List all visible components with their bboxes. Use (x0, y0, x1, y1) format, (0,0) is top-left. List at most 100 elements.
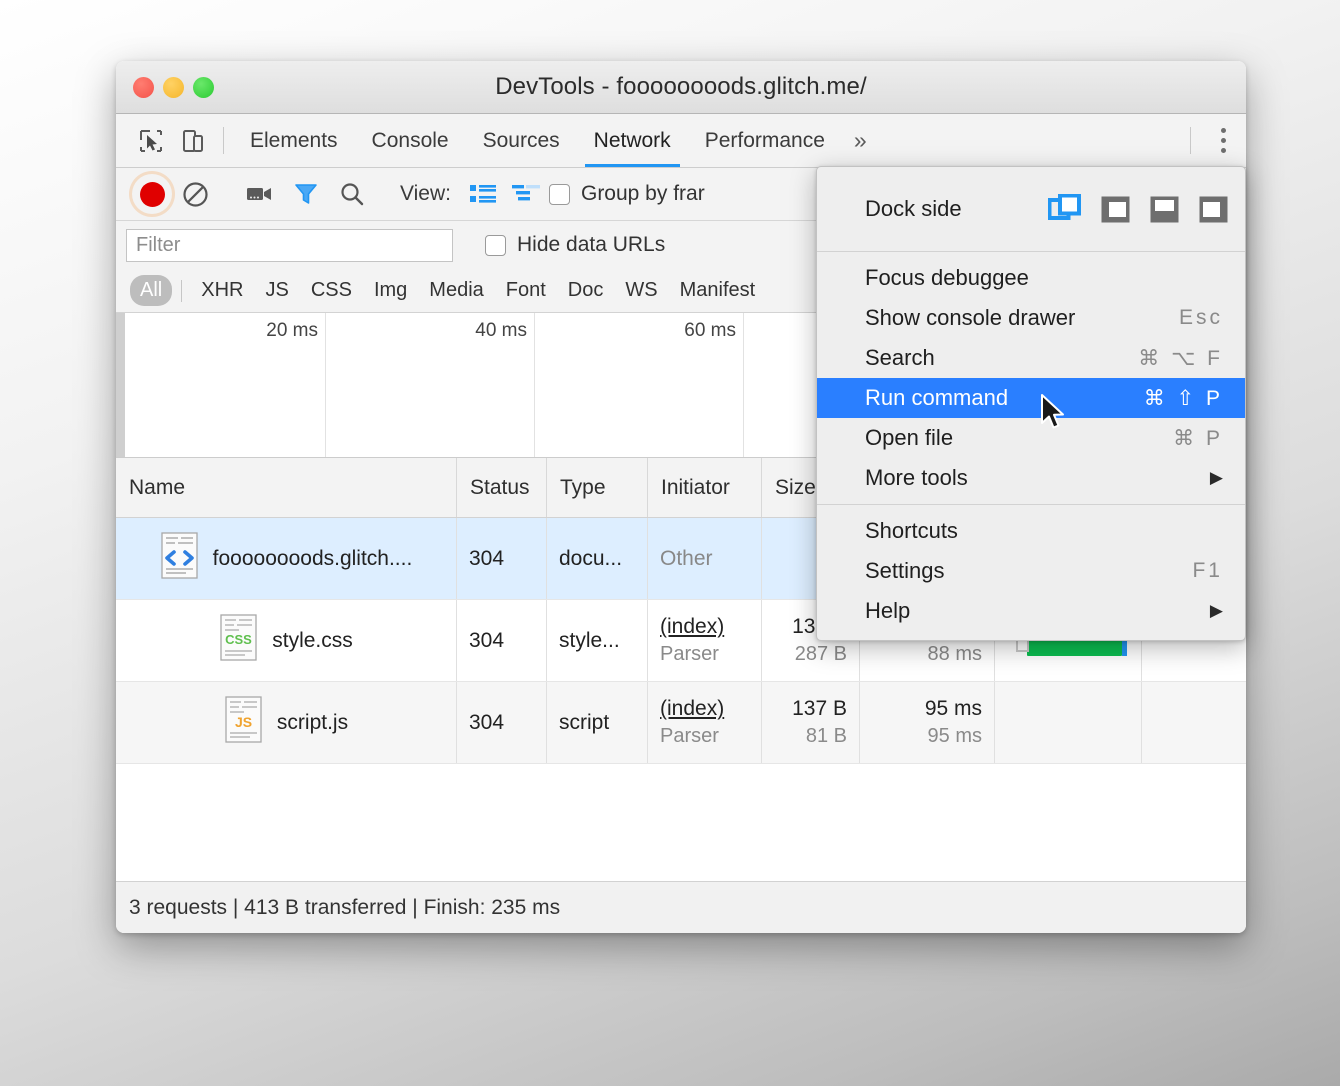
menu-divider (817, 504, 1245, 505)
menu-item-search[interactable]: Search ⌘ ⌥ F (817, 338, 1245, 378)
inspect-element-icon[interactable] (130, 114, 172, 167)
tab-sources[interactable]: Sources (466, 114, 577, 167)
column-header-name[interactable]: Name (116, 458, 457, 517)
device-toolbar-icon[interactable] (172, 114, 214, 167)
menu-item-shortcut: F1 (1192, 559, 1223, 583)
menu-item-help[interactable]: Help ▶ (817, 591, 1245, 631)
chip-manifest[interactable]: Manifest (670, 275, 766, 306)
time-sub-value: 88 ms (928, 643, 982, 666)
list-view-icon[interactable] (463, 171, 503, 217)
initiator-link[interactable]: (index) (660, 697, 749, 721)
chip-doc[interactable]: Doc (558, 275, 614, 306)
request-name: script.js (277, 711, 348, 735)
dock-to-left-icon[interactable] (1100, 195, 1131, 224)
column-header-initiator[interactable]: Initiator (648, 458, 762, 517)
tab-network[interactable]: Network (577, 114, 688, 167)
svg-text:CSS: CSS (225, 632, 252, 647)
chip-font[interactable]: Font (496, 275, 556, 306)
chip-media[interactable]: Media (419, 275, 493, 306)
column-header-type[interactable]: Type (547, 458, 648, 517)
waterfall-gridline (1141, 682, 1142, 763)
cell-initiator: Other (648, 518, 762, 599)
more-tabs-chevron-icon[interactable]: » (842, 114, 879, 167)
traffic-light-group (133, 77, 214, 98)
search-icon[interactable] (329, 171, 375, 217)
waterfall-view-icon[interactable] (503, 171, 549, 217)
menu-item-settings[interactable]: Settings F1 (817, 551, 1245, 591)
minimize-window-button[interactable] (163, 77, 184, 98)
initiator-link[interactable]: (index) (660, 615, 749, 639)
cell-name: JS script.js (116, 682, 457, 763)
menu-divider (817, 251, 1245, 252)
group-by-frame-label: Group by frar (581, 182, 705, 206)
chip-divider (181, 280, 182, 302)
chip-css[interactable]: CSS (301, 275, 362, 306)
cell-status: 304 (457, 518, 547, 599)
time-value: 95 ms (925, 697, 982, 721)
chip-ws[interactable]: WS (615, 275, 667, 306)
filter-input[interactable] (126, 229, 453, 262)
more-tabs-label: » (854, 127, 867, 154)
filter-icon[interactable] (283, 171, 329, 217)
tab-elements[interactable]: Elements (233, 114, 355, 167)
dock-side-label: Dock side (865, 196, 962, 222)
menu-item-run-command[interactable]: Run command ⌘ ⇧ P (817, 378, 1245, 418)
menu-item-label: Show console drawer (865, 305, 1075, 331)
overview-gridline (325, 313, 326, 457)
initiator-sub-value: Parser (660, 643, 749, 666)
column-header-status[interactable]: Status (457, 458, 547, 517)
cell-initiator: (index) Parser (648, 600, 762, 681)
cell-initiator: (index) Parser (648, 682, 762, 763)
dock-side-row: Dock side (817, 173, 1245, 245)
menu-item-focus-debuggee[interactable]: Focus debuggee (817, 258, 1245, 298)
overview-gridline (534, 313, 535, 457)
overview-scrollbar[interactable] (116, 313, 125, 457)
dock-to-right-icon[interactable] (1198, 195, 1229, 224)
record-button[interactable] (132, 174, 172, 214)
devtools-tabstrip: Elements Console Sources Network Perform… (116, 114, 1246, 168)
main-menu-icon[interactable] (1200, 114, 1246, 167)
chip-img[interactable]: Img (364, 275, 417, 306)
menu-item-show-console-drawer[interactable]: Show console drawer Esc (817, 298, 1245, 338)
capture-screenshots-icon[interactable] (237, 171, 283, 217)
tab-label: Performance (705, 129, 825, 153)
zoom-window-button[interactable] (193, 77, 214, 98)
undock-into-separate-window-icon[interactable] (1048, 194, 1082, 224)
overview-tick-label: 40 ms (475, 320, 534, 342)
toolbar-divider (223, 127, 224, 154)
initiator-sub-value: Parser (660, 725, 749, 748)
menu-item-label: Settings (865, 558, 945, 584)
menu-item-label: Help (865, 598, 910, 624)
size-sub-value: 287 B (795, 643, 847, 666)
status-summary: 3 requests | 413 B transferred | Finish:… (129, 896, 560, 920)
menu-item-label: Focus debuggee (865, 265, 1029, 291)
menu-item-label: More tools (865, 465, 968, 491)
initiator-value: Other (660, 547, 749, 571)
overview-tick-label: 60 ms (684, 320, 743, 342)
menu-item-more-tools[interactable]: More tools ▶ (817, 458, 1245, 498)
menu-item-label: Search (865, 345, 935, 371)
clear-icon[interactable] (172, 171, 218, 217)
close-window-button[interactable] (133, 77, 154, 98)
menu-item-shortcuts[interactable]: Shortcuts (817, 511, 1245, 551)
dock-to-bottom-icon[interactable] (1149, 195, 1180, 224)
cell-name: CSS style.css (116, 600, 457, 681)
tab-performance[interactable]: Performance (688, 114, 842, 167)
group-by-frame-checkbox[interactable] (549, 184, 570, 205)
css-file-icon: CSS (219, 614, 259, 668)
cell-status: 304 (457, 600, 547, 681)
record-dot-icon (140, 182, 165, 207)
view-label: View: (400, 182, 451, 206)
chip-xhr[interactable]: XHR (191, 275, 253, 306)
cell-type: script (547, 682, 648, 763)
request-name: foooooooods.glitch.... (213, 547, 413, 571)
tab-label: Console (372, 129, 449, 153)
window-titlebar: DevTools - foooooooods.glitch.me/ (116, 61, 1246, 114)
hide-data-urls-checkbox[interactable] (485, 235, 506, 256)
cell-time: 95 ms 95 ms (860, 682, 995, 763)
menu-item-open-file[interactable]: Open file ⌘ P (817, 418, 1245, 458)
tab-console[interactable]: Console (355, 114, 466, 167)
chip-all[interactable]: All (130, 275, 172, 306)
chip-js[interactable]: JS (255, 275, 298, 306)
table-row[interactable]: JS script.js 304 script (index) Parser 1… (116, 682, 1246, 764)
